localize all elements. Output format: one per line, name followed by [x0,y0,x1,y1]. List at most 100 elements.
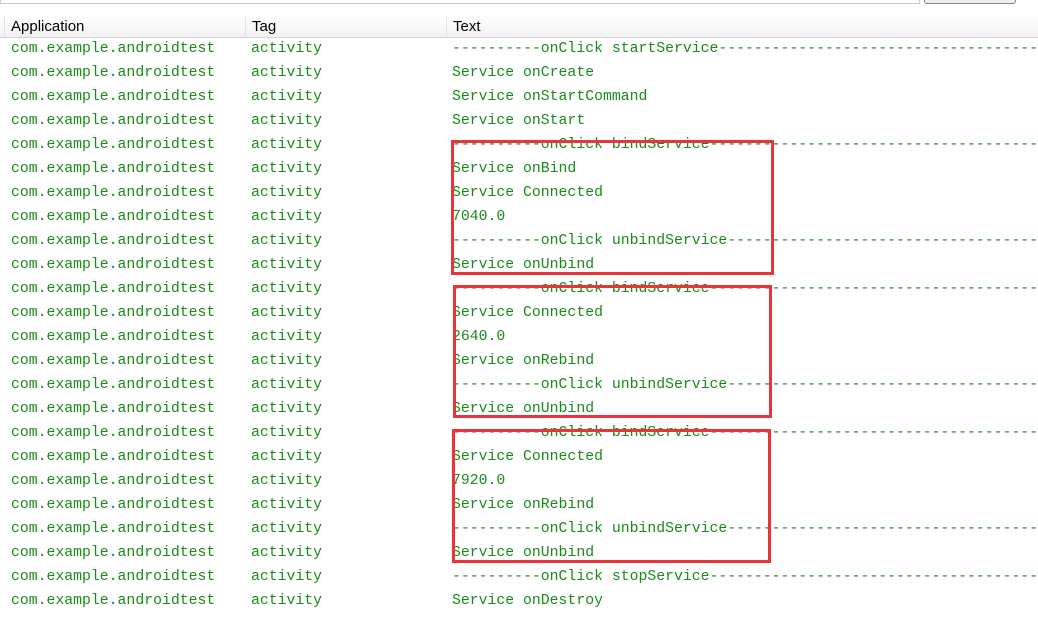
text-cell: ----------onClick unbindService---------… [452,233,1038,249]
table-row[interactable]: com.example.androidtest activity Service o… [0,110,1038,134]
table-row[interactable]: com.example.androidtest activity 2640.0 [0,326,1038,350]
table-row[interactable]: com.example.androidtest activity ---------… [0,38,1038,62]
text-cell: ----------onClick bindService-----------… [452,281,1038,297]
text-cell: Service onRebind [452,497,595,513]
table-row[interactable]: com.example.androidtest activity 7040.0 [0,206,1038,230]
tag-cell: activity [251,497,323,513]
text-cell: ----------onClick unbindService---------… [452,521,1038,537]
column-header-text[interactable]: Text [446,17,1038,37]
table-row[interactable]: com.example.androidtest activity Service o… [0,350,1038,374]
table-row[interactable]: com.example.androidtest activity ---------… [0,518,1038,542]
text-cell: Service onCreate [452,65,595,81]
table-row[interactable]: com.example.androidtest activity Service C… [0,182,1038,206]
tag-cell: activity [251,161,323,177]
application-cell: com.example.androidtest [11,329,216,345]
application-cell: com.example.androidtest [11,473,216,489]
tag-cell: activity [251,329,323,345]
text-cell: Service onUnbind [452,401,595,417]
application-cell: com.example.androidtest [11,401,216,417]
application-cell: com.example.androidtest [11,305,216,321]
text-cell: ----------onClick startService----------… [452,41,1038,57]
text-cell: Service Connected [452,449,603,465]
application-cell: com.example.androidtest [11,593,216,609]
application-cell: com.example.androidtest [11,353,216,369]
tag-cell: activity [251,209,323,225]
application-cell: com.example.androidtest [11,569,216,585]
table-row[interactable]: com.example.androidtest activity ---------… [0,134,1038,158]
application-cell: com.example.androidtest [11,41,216,57]
application-cell: com.example.androidtest [11,209,216,225]
text-cell: Service onStart [452,113,586,129]
application-cell: com.example.androidtest [11,113,216,129]
application-cell: com.example.androidtest [11,89,216,105]
tag-cell: activity [251,569,323,585]
filter-button[interactable] [924,0,1016,4]
application-cell: com.example.androidtest [11,65,216,81]
tag-cell: activity [251,449,323,465]
table-row[interactable]: com.example.androidtest activity ---------… [0,278,1038,302]
filter-input[interactable] [0,0,920,4]
table-row[interactable]: com.example.androidtest activity Service o… [0,254,1038,278]
tag-cell: activity [251,593,323,609]
text-cell: Service onUnbind [452,257,595,273]
table-row[interactable]: com.example.androidtest activity ---------… [0,566,1038,590]
table-header: Application Tag Text [0,17,1038,38]
application-cell: com.example.androidtest [11,377,216,393]
table-row[interactable]: com.example.androidtest activity ---------… [0,374,1038,398]
application-cell: com.example.androidtest [11,185,216,201]
tag-cell: activity [251,233,323,249]
tag-cell: activity [251,257,323,273]
table-row[interactable]: com.example.androidtest activity ---------… [0,422,1038,446]
text-cell: 7040.0 [452,209,506,225]
table-row[interactable]: com.example.androidtest activity Service C… [0,302,1038,326]
application-cell: com.example.androidtest [11,449,216,465]
application-cell: com.example.androidtest [11,521,216,537]
text-cell: 2640.0 [452,329,506,345]
tag-cell: activity [251,281,323,297]
application-cell: com.example.androidtest [11,497,216,513]
application-cell: com.example.androidtest [11,137,216,153]
application-cell: com.example.androidtest [11,545,216,561]
tag-cell: activity [251,185,323,201]
column-header-tag[interactable]: Tag [245,17,446,37]
table-row[interactable]: com.example.androidtest activity Service o… [0,590,1038,614]
text-cell: Service onBind [452,161,577,177]
tag-cell: activity [251,113,323,129]
text-cell: ----------onClick bindService-----------… [452,425,1038,441]
application-cell: com.example.androidtest [11,281,216,297]
text-cell: Service onDestroy [452,593,603,609]
tag-cell: activity [251,545,323,561]
tag-cell: activity [251,401,323,417]
tag-cell: activity [251,425,323,441]
text-cell: ----------onClick stopService-----------… [452,569,1038,585]
tag-cell: activity [251,353,323,369]
table-row[interactable]: com.example.androidtest activity 7920.0 [0,470,1038,494]
tag-cell: activity [251,65,323,81]
table-row[interactable]: com.example.androidtest activity Service o… [0,86,1038,110]
text-cell: ----------onClick bindService-----------… [452,137,1038,153]
tag-cell: activity [251,377,323,393]
text-cell: ----------onClick unbindService---------… [452,377,1038,393]
text-cell: Service Connected [452,305,603,321]
text-cell: Service Connected [452,185,603,201]
tag-cell: activity [251,521,323,537]
tag-cell: activity [251,89,323,105]
table-row[interactable]: com.example.androidtest activity Service o… [0,62,1038,86]
application-cell: com.example.androidtest [11,257,216,273]
application-cell: com.example.androidtest [11,161,216,177]
table-row[interactable]: com.example.androidtest activity Service o… [0,542,1038,566]
table-row[interactable]: com.example.androidtest activity ---------… [0,230,1038,254]
text-cell: Service onRebind [452,353,595,369]
application-cell: com.example.androidtest [11,425,216,441]
table-row[interactable]: com.example.androidtest activity Service o… [0,158,1038,182]
log-table: com.example.androidtest activity ---------… [0,38,1038,614]
text-cell: Service onUnbind [452,545,595,561]
column-header-application[interactable]: Application [4,17,245,37]
tag-cell: activity [251,305,323,321]
tag-cell: activity [251,41,323,57]
tag-cell: activity [251,473,323,489]
tag-cell: activity [251,137,323,153]
table-row[interactable]: com.example.androidtest activity Service o… [0,398,1038,422]
table-row[interactable]: com.example.androidtest activity Service o… [0,494,1038,518]
table-row[interactable]: com.example.androidtest activity Service C… [0,446,1038,470]
